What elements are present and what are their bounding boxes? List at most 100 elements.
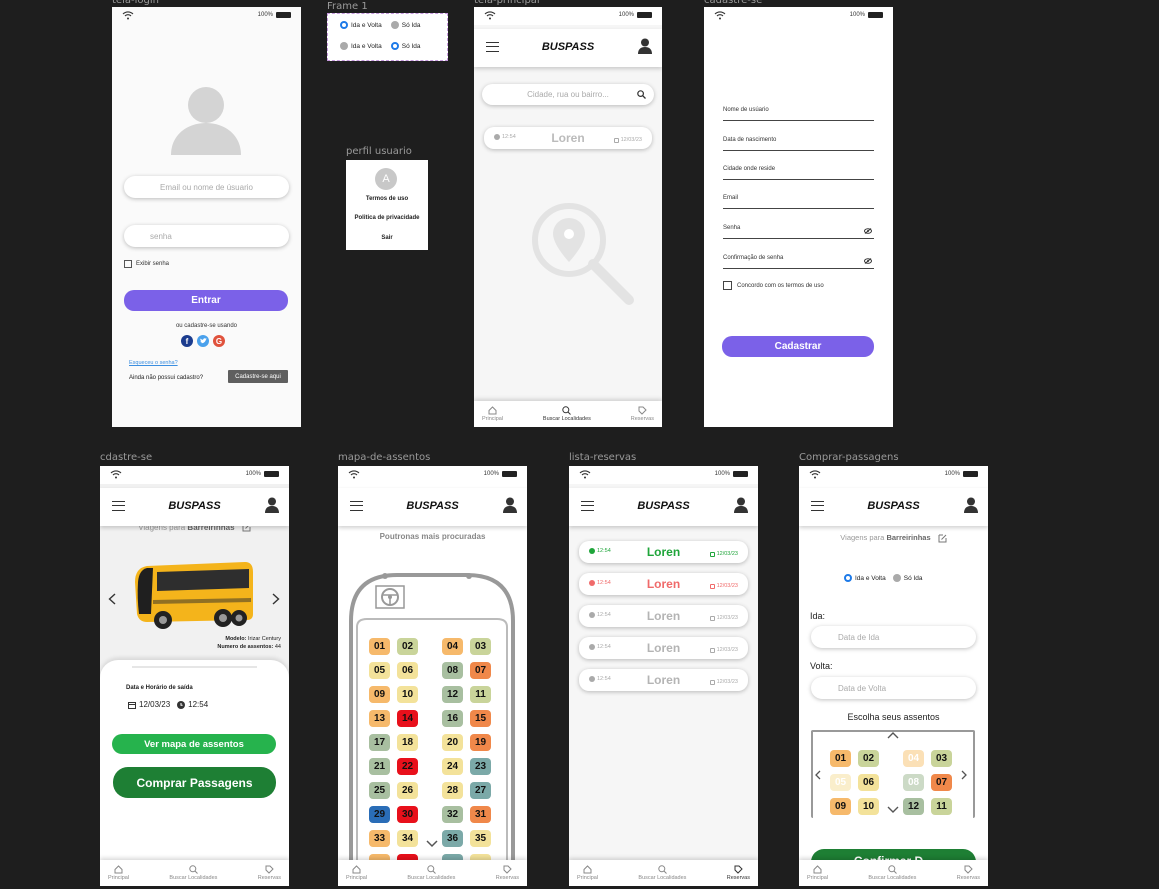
seat-09[interactable]: 09 xyxy=(369,686,390,703)
login-password-input[interactable]: senha xyxy=(124,225,289,247)
seat-08[interactable]: 08 xyxy=(903,774,924,791)
privacy-link[interactable]: Politica de privacidade xyxy=(346,215,428,221)
seat-03[interactable]: 03 xyxy=(931,750,952,767)
search-icon[interactable] xyxy=(637,90,646,99)
seat-35[interactable]: 35 xyxy=(470,830,491,847)
enter-button[interactable]: Entrar xyxy=(124,290,288,311)
terms-link[interactable]: Termos de uso xyxy=(346,196,428,202)
reservation-card[interactable]: 12:54 Loren 12/03/23 xyxy=(579,669,748,691)
seat-07[interactable]: 07 xyxy=(931,774,952,791)
tab-buscar[interactable]: Buscar Localidades xyxy=(543,401,591,427)
forgot-password-link[interactable]: Esqueceu o senha? xyxy=(129,360,178,366)
seat-17[interactable]: 17 xyxy=(369,734,390,751)
chevron-down-icon[interactable] xyxy=(887,806,899,813)
seat-11[interactable]: 11 xyxy=(470,686,491,703)
google-icon[interactable]: G xyxy=(213,335,225,347)
tab-buscar[interactable]: Buscar Localidades xyxy=(169,860,217,886)
tab-principal[interactable]: Principal xyxy=(346,860,367,886)
ida-date-input[interactable]: Data de Ida xyxy=(811,626,976,648)
show-password-row[interactable]: Exibir senha xyxy=(124,260,169,268)
seat-06[interactable]: 06 xyxy=(397,662,418,679)
seat-27[interactable]: 27 xyxy=(470,782,491,799)
seat-08[interactable]: 08 xyxy=(442,662,463,679)
reservation-card[interactable]: 12:54 Loren 12/03/23 xyxy=(579,541,748,563)
seat-02[interactable]: 02 xyxy=(397,638,418,655)
seat-26[interactable]: 26 xyxy=(397,782,418,799)
seat-33[interactable]: 33 xyxy=(369,830,390,847)
user-icon[interactable] xyxy=(503,497,517,513)
chevron-left-icon[interactable] xyxy=(815,770,821,780)
tab-reservas[interactable]: Reservas xyxy=(957,860,980,886)
seat-13[interactable]: 13 xyxy=(369,710,390,727)
seat-36[interactable]: 36 xyxy=(442,830,463,847)
signup-city-field[interactable]: Cidade onde reside xyxy=(723,166,874,180)
reservation-card[interactable]: 12:54 Loren 12/03/23 xyxy=(579,605,748,627)
seat-07[interactable]: 07 xyxy=(470,662,491,679)
seat-09[interactable]: 09 xyxy=(830,798,851,815)
seat-29[interactable]: 29 xyxy=(369,806,390,823)
seat-20[interactable]: 20 xyxy=(442,734,463,751)
seat-25[interactable]: 25 xyxy=(369,782,390,799)
facebook-icon[interactable]: f xyxy=(181,335,193,347)
tab-buscar[interactable]: Buscar Localidades xyxy=(638,860,686,886)
trip-card[interactable]: 12:54 Loren 12/03/23 xyxy=(484,127,652,149)
user-icon[interactable] xyxy=(964,497,978,513)
seat-01[interactable]: 01 xyxy=(369,638,390,655)
seat-30[interactable]: 30 xyxy=(397,806,418,823)
seat-18[interactable]: 18 xyxy=(397,734,418,751)
view-seat-map-button[interactable]: Ver mapa de assentos xyxy=(112,734,276,754)
tab-reservas[interactable]: Reservas xyxy=(258,860,281,886)
radio-round-trip-on[interactable] xyxy=(340,21,348,29)
radio-oneway-off[interactable] xyxy=(892,574,901,582)
seat-04[interactable]: 04 xyxy=(442,638,463,655)
volta-date-input[interactable]: Data de Volta xyxy=(811,677,976,699)
seat-03[interactable]: 03 xyxy=(470,638,491,655)
chevron-down-icon[interactable] xyxy=(426,840,438,848)
eye-off-icon[interactable] xyxy=(864,258,872,264)
chevron-left-icon[interactable] xyxy=(108,593,116,605)
twitter-icon[interactable] xyxy=(197,335,209,347)
seat-21[interactable]: 21 xyxy=(369,758,390,775)
radio-round-trip-off[interactable] xyxy=(340,42,348,50)
seat-34[interactable]: 34 xyxy=(397,830,418,847)
seat-05[interactable]: 05 xyxy=(369,662,390,679)
tab-reservas[interactable]: Reservas xyxy=(727,860,750,886)
seat-32[interactable]: 32 xyxy=(442,806,463,823)
seat-23[interactable]: 23 xyxy=(470,758,491,775)
tab-reservas[interactable]: Reservas xyxy=(496,860,519,886)
seat-22[interactable]: 22 xyxy=(397,758,418,775)
user-icon[interactable] xyxy=(638,38,652,54)
reservation-card[interactable]: 12:54 Loren 12/03/23 xyxy=(579,637,748,659)
seat-10[interactable]: 10 xyxy=(397,686,418,703)
chevron-right-icon[interactable] xyxy=(961,770,967,780)
signup-email-field[interactable]: Email xyxy=(723,195,874,209)
seat-05[interactable]: 05 xyxy=(830,774,851,791)
exit-link[interactable]: Sair xyxy=(346,235,428,241)
login-user-input[interactable]: Email ou nome de úsuario xyxy=(124,176,289,198)
seat-31[interactable]: 31 xyxy=(470,806,491,823)
seat-15[interactable]: 15 xyxy=(470,710,491,727)
signup-birthdate-field[interactable]: Data de nascimento xyxy=(723,137,874,151)
seat-11[interactable]: 11 xyxy=(931,798,952,815)
tab-buscar[interactable]: Buscar Localidades xyxy=(868,860,916,886)
seat-28[interactable]: 28 xyxy=(442,782,463,799)
tab-reservas[interactable]: Reservas xyxy=(631,401,654,427)
show-password-checkbox[interactable] xyxy=(124,260,132,268)
location-search-input[interactable]: Cidade, rua ou bairro... xyxy=(482,84,654,105)
signup-password-field[interactable]: Senha xyxy=(723,225,874,239)
signup-here-button[interactable]: Cadastre-se aqui xyxy=(228,370,288,383)
eye-off-icon[interactable] xyxy=(864,228,872,234)
reservation-card[interactable]: 12:54 Loren 12/03/23 xyxy=(579,573,748,595)
seat-24[interactable]: 24 xyxy=(442,758,463,775)
tab-principal[interactable]: Principal xyxy=(577,860,598,886)
tab-principal[interactable]: Principal xyxy=(482,401,503,427)
radio-oneway-on[interactable] xyxy=(390,42,399,50)
seat-02[interactable]: 02 xyxy=(858,750,879,767)
seat-16[interactable]: 16 xyxy=(442,710,463,727)
tab-buscar[interactable]: Buscar Localidades xyxy=(407,860,455,886)
signup-submit-button[interactable]: Cadastrar xyxy=(722,336,874,357)
user-icon[interactable] xyxy=(734,497,748,513)
radio-round-trip-on[interactable] xyxy=(844,574,852,582)
agree-terms-row[interactable]: Concordo com os termos de uso xyxy=(723,281,824,290)
tab-principal[interactable]: Principal xyxy=(807,860,828,886)
